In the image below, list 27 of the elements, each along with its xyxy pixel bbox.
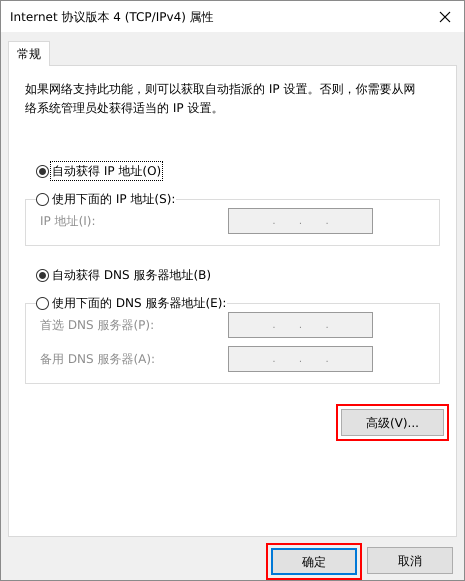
field-label: 首选 DNS 服务器(P): [40,317,154,334]
radio-label: 自动获得 IP 地址(O) [51,162,162,180]
address-separator: . [272,352,276,366]
dialog-button[interactable]: 确定 [271,548,357,575]
address-separator: . [325,214,329,228]
radio-label: 自动获得 DNS 服务器地址(B) [51,267,212,284]
field-label: IP 地址(I): [40,213,96,230]
radio-button[interactable] [36,268,49,282]
dialog-button[interactable]: 取消 [367,547,453,574]
radio-button[interactable] [36,192,49,206]
field-label: 备用 DNS 服务器(A): [40,351,156,368]
address-separator: . [298,318,302,332]
radio-label: 使用下面的 IP 地址(S): [51,191,176,208]
tab[interactable]: 常规 [8,41,50,66]
dialog-button[interactable]: 高级(V)... [341,409,444,436]
description-text: 如果网络支持此功能，则可以获取自动指派的 IP 设置。否则，你需要从网络系统管理员处获得适当的 IP 设置。 [25,81,416,117]
address-separator: . [298,214,302,228]
window-title: Internet 协议版本 4 (TCP/IPv4) 属性 [10,8,215,26]
radio-button[interactable] [36,296,49,310]
close-icon [439,10,451,22]
radio-button[interactable] [36,164,49,178]
address-separator: . [325,352,329,366]
address-separator: . [272,318,276,332]
radio-label: 使用下面的 DNS 服务器地址(E): [51,295,228,312]
address-separator: . [298,352,302,366]
address-separator: . [272,214,276,228]
address-separator: . [325,318,329,332]
